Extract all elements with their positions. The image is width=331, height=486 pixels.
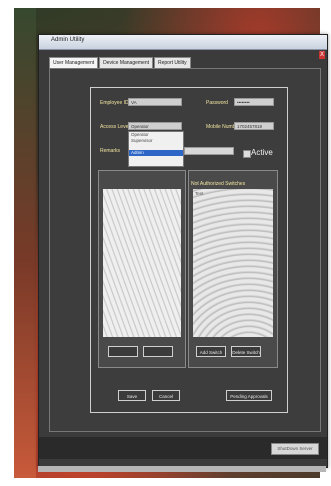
left-panel-button-1[interactable] — [108, 346, 138, 357]
remarks-field[interactable] — [184, 147, 234, 155]
add-switch-button[interactable]: Add Switch — [196, 346, 226, 357]
access-level-select[interactable]: Operator — [128, 122, 182, 130]
dropdown-option-selected[interactable]: Admin — [129, 150, 183, 156]
active-checkbox[interactable] — [243, 150, 251, 158]
photo-foliage — [14, 8, 36, 478]
remarks-label: Remarks — [100, 148, 121, 154]
not-authorized-switches-title: Not Authorized Switches — [191, 181, 246, 187]
not-authorized-switch-list[interactable]: Test — [193, 189, 273, 337]
password-label: Password — [206, 100, 228, 106]
window-title: Admin Utility — [51, 37, 85, 43]
password-field[interactable]: •••••••• — [234, 98, 274, 106]
taskbar-strip — [38, 466, 326, 472]
tab-bar: User Management Device Management Report… — [49, 57, 191, 69]
save-button[interactable]: Save — [118, 390, 146, 401]
pending-approvals-button[interactable]: Pending Approvals — [226, 390, 272, 401]
shutdown-server-button[interactable]: ShutDown Server — [271, 443, 319, 455]
close-icon[interactable]: X — [319, 51, 325, 59]
available-switch-list[interactable] — [103, 189, 181, 337]
employee-id-field[interactable]: VA — [128, 98, 182, 106]
access-level-label: Access Level — [100, 124, 130, 130]
left-panel-button-2[interactable] — [143, 346, 173, 357]
status-bar: ShutDown Server — [39, 437, 327, 459]
delete-switch-button[interactable]: Delete Switch — [231, 346, 261, 357]
left-switch-panel — [98, 170, 186, 368]
dropdown-option[interactable]: Supervisor — [129, 138, 183, 144]
switch-list-item[interactable]: Test — [195, 191, 203, 196]
window-titlebar: Admin Utility — [39, 35, 327, 50]
active-label: Active — [251, 148, 273, 157]
not-authorized-switches-panel: Not Authorized Switches Test — [188, 170, 278, 368]
cancel-button[interactable]: Cancel — [152, 390, 180, 401]
employee-id-label: Employee ID — [100, 100, 129, 106]
mobile-number-field[interactable]: 1702457818 — [234, 122, 274, 130]
access-level-dropdown: Operator Supervisor Supervisor Admin — [128, 131, 184, 167]
